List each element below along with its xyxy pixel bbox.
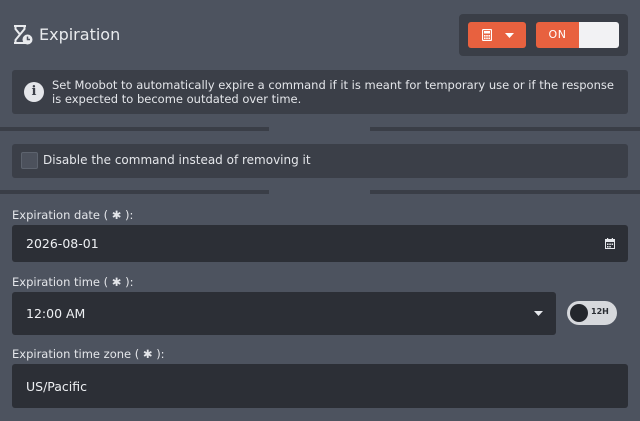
divider <box>370 127 640 131</box>
time-format-label: 12H <box>591 307 609 316</box>
caret-down-icon <box>534 311 543 316</box>
time-format-toggle[interactable]: 12H <box>567 301 617 325</box>
expiration-toggle[interactable]: ON <box>536 22 619 48</box>
info-icon: i <box>24 82 44 102</box>
hourglass-clock-icon <box>14 25 33 45</box>
expiration-timezone-input[interactable]: US/Pacific <box>12 364 628 408</box>
expiration-timezone-value: US/Pacific <box>26 379 88 394</box>
divider <box>370 190 640 194</box>
calculator-icon <box>482 29 492 41</box>
expiration-date-value: 2026-08-01 <box>26 236 99 251</box>
disable-command-checkbox[interactable] <box>21 152 38 169</box>
info-box: i Set Moobot to automatically expire a c… <box>12 70 628 114</box>
header-controls: ON <box>459 14 628 56</box>
calculator-dropdown-button[interactable] <box>468 22 526 48</box>
section-title: Expiration <box>39 25 121 44</box>
toggle-on-label: ON <box>536 22 579 48</box>
expiration-time-value: 12:00 AM <box>26 306 86 321</box>
caret-down-icon <box>505 33 514 38</box>
toggle-knob <box>570 304 588 322</box>
divider <box>0 190 269 194</box>
expiration-timezone-label: Expiration time zone ( ✱ ): <box>12 347 165 361</box>
expiration-time-select[interactable]: 12:00 AM <box>12 292 556 335</box>
disable-command-label: Disable the command instead of removing … <box>43 153 311 167</box>
expiration-header: Expiration ON <box>0 0 640 62</box>
divider <box>0 127 269 131</box>
info-text: Set Moobot to automatically expire a com… <box>52 78 614 106</box>
expiration-time-label: Expiration time ( ✱ ): <box>12 275 134 289</box>
calendar-icon <box>605 238 615 249</box>
expiration-date-input[interactable]: 2026-08-01 <box>12 225 628 262</box>
expiration-date-label: Expiration date ( ✱ ): <box>12 208 134 222</box>
disable-command-option[interactable]: Disable the command instead of removing … <box>12 144 628 178</box>
toggle-knob[interactable] <box>579 22 619 48</box>
